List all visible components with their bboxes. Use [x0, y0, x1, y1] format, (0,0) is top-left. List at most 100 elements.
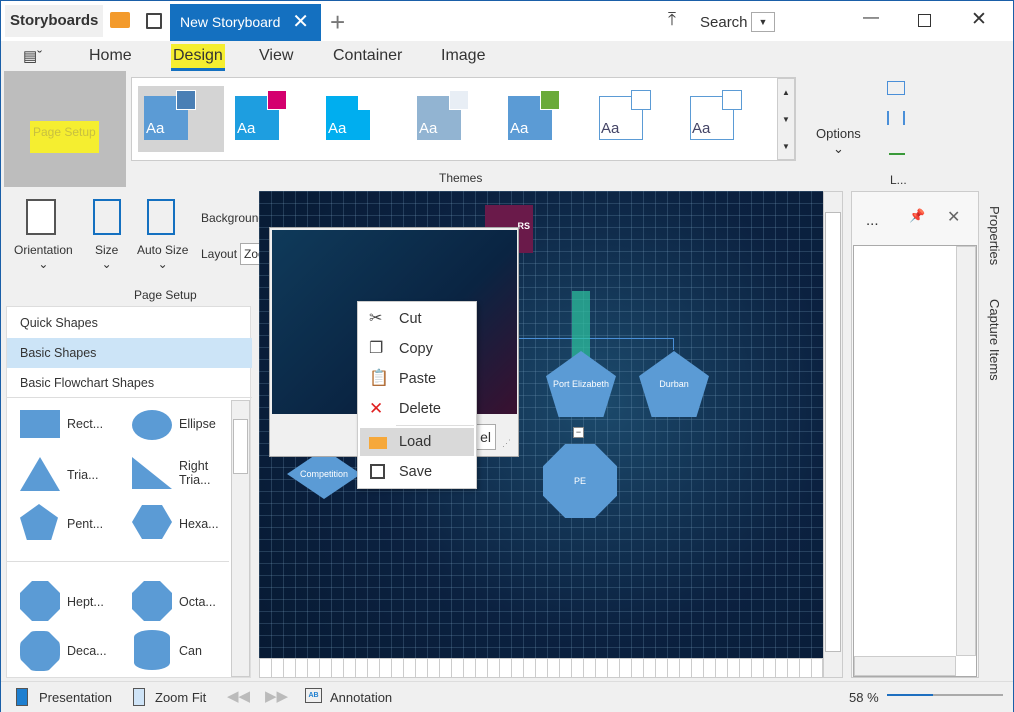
menu-item-paste[interactable]: 📋 Paste — [360, 365, 474, 393]
zoom-slider[interactable] — [887, 694, 1003, 696]
panel-vscrollbar[interactable] — [956, 246, 976, 656]
tab-capture-items[interactable]: Capture Items — [987, 299, 1002, 381]
theme-option[interactable]: Aa — [229, 86, 315, 152]
status-bar: Presentation Zoom Fit ◀◀ ▶▶ AB Annotatio… — [1, 681, 1013, 712]
theme-option[interactable]: Aa — [411, 86, 497, 152]
shape-heptagon[interactable]: Hept... — [67, 595, 104, 609]
connector-layout-icon[interactable] — [887, 111, 905, 125]
close-tab-icon[interactable]: ✕ — [292, 4, 309, 41]
zoom-fit-button[interactable]: Zoom Fit — [155, 690, 206, 705]
folder-icon — [369, 437, 387, 449]
theme-option[interactable]: Aa — [593, 86, 679, 152]
themes-gallery: Aa Aa Aa Aa Aa Aa Aa ▲ ▼ ▼ — [131, 77, 796, 161]
save-icon[interactable] — [146, 13, 162, 29]
tab-image[interactable]: Image — [441, 47, 485, 65]
hexagon-shape-icon[interactable] — [132, 505, 172, 539]
menu-item-save[interactable]: Save — [360, 458, 474, 486]
shapes-scrollbar[interactable] — [231, 400, 250, 677]
rectangle-shape-icon[interactable] — [20, 410, 60, 438]
presentation-icon[interactable] — [16, 688, 28, 706]
shape-octagon[interactable]: Octa... — [179, 595, 216, 609]
open-folder-icon[interactable] — [110, 12, 130, 28]
close-window-button[interactable]: ✕ — [971, 8, 987, 31]
previous-icon[interactable]: ◀◀ — [227, 687, 250, 705]
canvas-hscrollbar[interactable] — [259, 658, 823, 678]
theme-option[interactable]: Aa — [502, 86, 588, 152]
tree-layout-icon[interactable] — [889, 141, 905, 155]
shape-right-triangle[interactable]: Right Tria... — [179, 459, 219, 487]
panel-hscrollbar[interactable] — [854, 656, 956, 676]
page-setup-collapsed-button[interactable]: Page Setup — [4, 71, 126, 187]
menu-item-load[interactable]: Load — [360, 428, 474, 456]
shape-hexagon[interactable]: Hexa... — [179, 517, 219, 531]
options-button[interactable]: Options ⌄ — [816, 126, 861, 157]
shape-rectangle[interactable]: Rect... — [67, 417, 103, 431]
shapes-panel: Quick Shapes Basic Shapes Basic Flowchar… — [6, 306, 252, 678]
size-icon[interactable] — [93, 199, 121, 235]
close-panel-icon[interactable]: ✕ — [947, 207, 960, 227]
category-basic-flowchart-shapes[interactable]: Basic Flowchart Shapes — [7, 368, 252, 398]
decagon-shape-icon[interactable] — [20, 631, 60, 671]
category-quick-shapes[interactable]: Quick Shapes — [7, 308, 252, 338]
annotation-button[interactable]: Annotation — [330, 690, 392, 705]
heptagon-shape-icon[interactable] — [20, 581, 60, 621]
search-label[interactable]: Search — [700, 14, 748, 31]
quick-menu-icon[interactable]: ▤ˇ — [23, 47, 42, 65]
shape-ellipse[interactable]: Ellipse — [179, 417, 216, 431]
can-shape-icon[interactable] — [134, 630, 170, 670]
triangle-shape-icon[interactable] — [20, 457, 60, 491]
ellipse-shape-icon[interactable] — [132, 410, 172, 440]
add-tab-icon[interactable]: + — [330, 7, 345, 38]
maximize-button[interactable] — [918, 14, 931, 27]
paste-icon: 📋 — [369, 370, 389, 387]
collapse-toggle[interactable]: − — [573, 427, 584, 438]
grid-layout-icon[interactable] — [887, 81, 905, 95]
orientation-button[interactable]: Orientation ⌄ — [14, 243, 73, 271]
tab-new-storyboard[interactable]: New Storyboard ✕ — [170, 4, 321, 41]
auto-size-button[interactable]: Auto Size ⌄ — [137, 243, 188, 271]
menu-item-copy[interactable]: ❐ Copy — [360, 335, 474, 363]
search-dropdown[interactable]: ▼ — [751, 12, 775, 32]
layout-group-label: L... — [890, 173, 907, 187]
menu-item-delete[interactable]: ✕ Delete — [360, 395, 474, 423]
theme-option[interactable]: Aa — [684, 86, 770, 152]
zoom-fit-icon[interactable] — [133, 688, 145, 706]
tab-properties[interactable]: Properties — [987, 206, 1002, 265]
octagon-shape-icon[interactable] — [132, 581, 172, 621]
scissors-icon: ✂ — [369, 310, 383, 327]
tab-view[interactable]: View — [259, 47, 293, 65]
canvas-vscrollbar[interactable] — [823, 191, 843, 678]
shape-can[interactable]: Can — [179, 644, 202, 658]
tab-design[interactable]: Design — [171, 44, 225, 71]
shape-pentagon[interactable]: Pent... — [67, 517, 103, 531]
panel-content — [853, 245, 977, 677]
shape-triangle[interactable]: Tria... — [67, 468, 98, 482]
pin-icon[interactable]: 📌 — [909, 208, 925, 224]
right-triangle-shape-icon[interactable] — [132, 457, 172, 489]
upload-icon[interactable]: ⤒ — [668, 9, 676, 30]
orientation-icon[interactable] — [26, 199, 56, 235]
shape-decagon[interactable]: Deca... — [67, 644, 107, 658]
tab-home[interactable]: Home — [89, 47, 132, 65]
resize-grip[interactable]: ⋰ — [502, 438, 511, 449]
save-icon — [370, 464, 385, 479]
annotation-icon[interactable]: AB — [305, 688, 322, 703]
presentation-button[interactable]: Presentation — [39, 690, 112, 705]
next-icon[interactable]: ▶▶ — [265, 687, 288, 705]
layout-label: Layout — [201, 247, 238, 261]
category-basic-shapes[interactable]: Basic Shapes — [7, 338, 252, 368]
options-label: Options — [816, 126, 861, 141]
copy-icon: ❐ — [369, 340, 384, 357]
minimize-button[interactable]: — — [863, 9, 879, 27]
pentagon-shape-icon[interactable] — [20, 504, 58, 540]
panel-title: ... — [866, 212, 879, 229]
size-button[interactable]: Size ⌄ — [95, 243, 118, 271]
themes-group-label: Themes — [439, 171, 483, 185]
auto-size-icon[interactable] — [147, 199, 175, 235]
theme-option[interactable]: Aa — [138, 86, 224, 152]
theme-option[interactable]: Aa — [320, 86, 406, 152]
themes-scroll[interactable]: ▲ ▼ ▼ — [777, 78, 795, 160]
tab-container[interactable]: Container — [333, 47, 402, 65]
menu-item-cut[interactable]: ✂ Cut — [360, 305, 474, 333]
page-setup-group-label: Page Setup — [134, 288, 197, 302]
